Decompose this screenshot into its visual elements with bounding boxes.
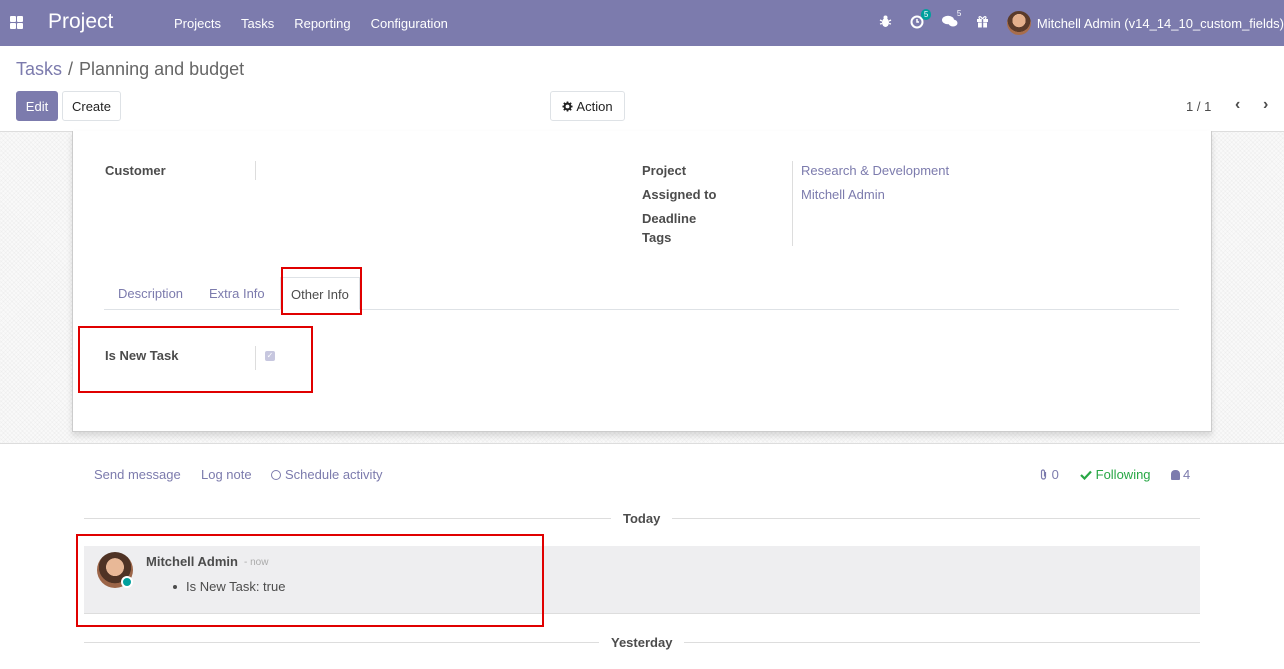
menu-tasks[interactable]: Tasks: [231, 16, 284, 31]
schedule-activity-label: Schedule activity: [285, 467, 383, 482]
create-button[interactable]: Create: [62, 91, 121, 121]
send-message-button[interactable]: Send message: [94, 467, 181, 482]
messages-icon[interactable]: 5: [941, 9, 961, 31]
following-button[interactable]: Following: [1080, 467, 1151, 482]
edit-button[interactable]: Edit: [16, 91, 58, 121]
log-note-button[interactable]: Log note: [201, 467, 252, 482]
avatar: [1006, 11, 1031, 35]
paperclip-icon: [1040, 469, 1047, 480]
highlight-other-info-tab: [281, 267, 362, 315]
highlight-is-new-task: [78, 326, 313, 393]
clock-icon: [271, 470, 281, 480]
tags-label: Tags: [642, 230, 672, 245]
breadcrumb-current: Planning and budget: [79, 59, 245, 79]
messages-counter: 5: [956, 9, 962, 18]
systray: 5 5 Mitchell Admin (v14_14_10_custom_fie…: [879, 0, 1284, 46]
bug-icon[interactable]: [879, 15, 892, 31]
menu-reporting[interactable]: Reporting: [284, 16, 360, 31]
user-name: Mitchell Admin (v14_14_10_custom_fields): [1036, 15, 1284, 31]
gift-icon[interactable]: [976, 15, 989, 31]
main-menu: Projects Tasks Reporting Configuration: [164, 0, 458, 46]
followers-button[interactable]: 4: [1171, 467, 1190, 482]
tab-extra-info[interactable]: Extra Info: [199, 277, 275, 310]
app-brand[interactable]: Project: [48, 10, 113, 34]
pager-value[interactable]: 1 / 1: [1186, 99, 1211, 114]
action-button[interactable]: Action: [550, 91, 625, 121]
followers-count: 4: [1183, 467, 1191, 482]
right-field-divider: [792, 161, 793, 246]
following-label: Following: [1095, 467, 1151, 482]
deadline-label: Deadline: [642, 211, 697, 226]
assigned-to-value[interactable]: Mitchell Admin: [801, 187, 885, 202]
customer-label: Customer: [105, 163, 166, 178]
action-label: Action: [576, 98, 613, 114]
breadcrumb-tasks[interactable]: Tasks: [16, 59, 62, 79]
breadcrumb-separator: /: [68, 59, 74, 79]
check-icon: [1080, 470, 1092, 481]
project-label: Project: [642, 163, 687, 178]
gear-icon: [562, 100, 573, 112]
menu-configuration[interactable]: Configuration: [361, 16, 458, 31]
apps-icon[interactable]: [10, 16, 23, 29]
date-label-yesterday: Yesterday: [599, 635, 685, 650]
date-label-today: Today: [611, 511, 673, 526]
attachments-button[interactable]: 0: [1039, 467, 1059, 482]
pager-next-icon[interactable]: ›: [1263, 96, 1268, 114]
customer-field[interactable]: [255, 161, 256, 180]
breadcrumb: Tasks / Planning and budget: [16, 59, 244, 80]
highlight-message: [76, 534, 544, 627]
activity-clock-icon[interactable]: 5: [910, 8, 932, 32]
project-value[interactable]: Research & Development: [801, 163, 949, 178]
tab-description[interactable]: Description: [108, 277, 193, 310]
user-icon: [1171, 470, 1180, 480]
schedule-activity-button[interactable]: Schedule activity: [271, 467, 383, 482]
top-navbar: Project Projects Tasks Reporting Configu…: [0, 0, 1284, 46]
pager-previous-icon[interactable]: ‹: [1235, 96, 1240, 114]
assigned-to-label: Assigned to: [642, 187, 717, 202]
menu-projects[interactable]: Projects: [164, 16, 231, 31]
notebook-tabs: Description Extra Info Other Info: [104, 277, 1179, 310]
attachments-count: 0: [1051, 467, 1059, 482]
user-menu[interactable]: Mitchell Admin (v14_14_10_custom_fields): [1006, 11, 1284, 35]
activity-counter: 5: [920, 8, 932, 20]
